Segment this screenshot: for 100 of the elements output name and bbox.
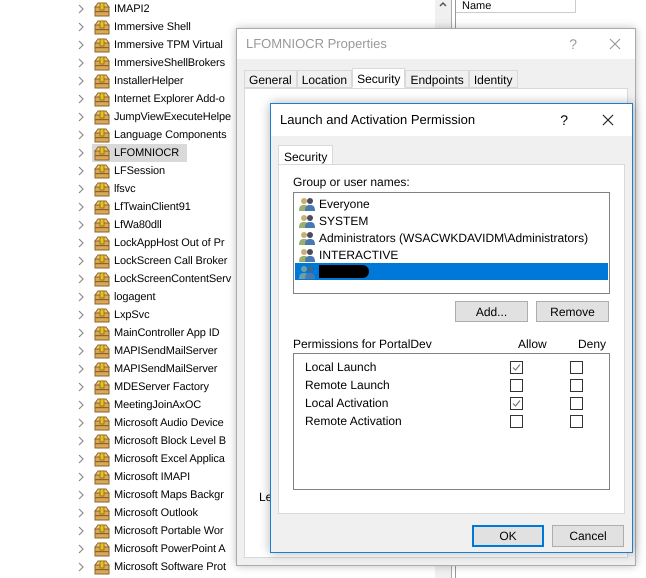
checkbox[interactable] <box>510 360 523 374</box>
tree-item[interactable]: Microsoft Maps Backgr <box>92 486 232 504</box>
user-list-item[interactable]: Administrators (WSACWKDAVIDM\Administrators) <box>295 229 608 246</box>
tree-item[interactable]: LfTwainClient91 <box>92 198 199 216</box>
package-icon <box>94 307 110 323</box>
checkbox[interactable] <box>570 378 583 392</box>
tab[interactable]: Security <box>352 68 406 88</box>
tree-item[interactable]: LFSession <box>92 162 174 180</box>
tree-item[interactable]: Microsoft Excel Applica <box>92 450 233 468</box>
package-icon <box>94 55 110 71</box>
tree-item[interactable]: LFOMNIOCR <box>92 144 188 162</box>
close-icon[interactable] <box>602 114 614 126</box>
permission-name: Local Launch <box>305 359 378 376</box>
tree-item[interactable]: Microsoft Block Level B <box>92 432 234 450</box>
tree-item[interactable]: Microsoft IMAPI <box>92 468 198 486</box>
permission-name: Remote Activation <box>305 413 403 430</box>
tree-item[interactable]: MDEServer Factory <box>92 378 217 396</box>
tab[interactable]: Endpoints <box>405 70 469 88</box>
tree-item[interactable]: LfWa80dll <box>92 216 170 234</box>
tree-item[interactable]: MeetingJoinAxOC <box>92 396 210 414</box>
package-icon <box>94 289 110 305</box>
tree-item[interactable]: LockScreenContentServ <box>92 270 240 288</box>
checkbox[interactable] <box>570 396 583 410</box>
package-icon <box>94 397 110 413</box>
column-header: Allow <box>518 336 548 353</box>
package-icon <box>94 19 110 35</box>
users-icon <box>299 196 316 210</box>
checkbox[interactable] <box>570 414 583 428</box>
package-icon <box>94 109 110 125</box>
user-list[interactable]: Everyone SYSTEM Administrators (WSACWKDAVIDM\Administrators) INTERACTIVE <box>293 192 610 294</box>
package-icon <box>94 163 110 179</box>
package-icon <box>94 361 110 377</box>
tree-item[interactable]: LockScreen Call Broker <box>92 252 236 270</box>
dialog-button[interactable]: Cancel <box>552 525 624 547</box>
users-icon <box>299 214 316 228</box>
permissions-label: Permissions for PortalDev <box>293 336 433 353</box>
tree-item[interactable]: Microsoft Software Prot <box>92 558 234 576</box>
package-icon <box>94 199 110 215</box>
dialog-button[interactable]: OK <box>472 525 544 547</box>
dialog-button[interactable]: Add... <box>455 301 528 322</box>
tab[interactable]: Security <box>278 145 334 165</box>
user-list-item[interactable]: SYSTEM <box>295 212 608 229</box>
tree-item[interactable]: Immersive TPM Virtual <box>92 36 231 54</box>
tree-item[interactable]: IMAPI2 <box>92 0 158 18</box>
package-icon <box>94 217 110 233</box>
dialog-button[interactable]: Remove <box>536 301 609 322</box>
tree-item[interactable]: LockAppHost Out of Pr <box>92 234 232 252</box>
tree-item[interactable]: Immersive Shell <box>92 18 199 36</box>
window-title: LFOMNIOCR Properties <box>246 35 388 54</box>
package-icon <box>94 451 110 467</box>
users-icon <box>299 230 316 244</box>
package-icon <box>94 559 110 575</box>
user-list-item[interactable]: INTERACTIVE <box>295 246 608 263</box>
package-icon <box>94 181 110 197</box>
package-icon <box>94 487 110 503</box>
column-header[interactable]: Name <box>456 0 576 13</box>
tree-item[interactable]: MainController App ID <box>92 324 228 342</box>
permission-name: Local Activation <box>305 395 390 412</box>
tree-item[interactable]: Internet Explorer Add-o <box>92 90 233 108</box>
tree-item[interactable]: InstallerHelper <box>92 72 192 90</box>
user-list-item[interactable] <box>295 263 608 280</box>
group-label: Group or user names: <box>293 174 411 189</box>
tree-item[interactable]: lfsvc <box>92 180 144 198</box>
dialog-title: Launch and Activation Permission <box>280 111 476 130</box>
checkbox[interactable] <box>510 414 523 428</box>
tree-item[interactable]: Microsoft Audio Device <box>92 414 232 432</box>
help-icon[interactable]: ? <box>560 110 568 130</box>
checkbox[interactable] <box>570 360 583 374</box>
package-icon <box>94 37 110 53</box>
column-header: Deny <box>578 336 608 353</box>
package-icon <box>94 379 110 395</box>
package-icon <box>94 1 110 17</box>
package-icon <box>94 541 110 557</box>
checkbox[interactable] <box>510 378 523 392</box>
tree-item[interactable]: ImmersiveShellBrokers <box>92 54 233 72</box>
tree-item[interactable]: MAPISendMailServer <box>92 342 226 360</box>
tree-item[interactable]: Language Components <box>92 126 234 144</box>
package-icon <box>94 415 110 431</box>
package-icon <box>94 253 110 269</box>
package-icon <box>94 145 110 161</box>
users-icon <box>299 248 316 262</box>
tree-item[interactable]: JumpViewExecuteHelpe <box>92 108 240 126</box>
package-icon <box>94 343 110 359</box>
tab[interactable]: Identity <box>468 70 518 88</box>
tab[interactable]: Location <box>296 70 352 88</box>
package-icon <box>94 73 110 89</box>
tree-item[interactable]: Microsoft Portable Wor <box>92 522 232 540</box>
permission-name: Remote Launch <box>305 377 391 394</box>
user-list-item[interactable]: Everyone <box>295 195 608 212</box>
tree-item[interactable]: Microsoft Outlook <box>92 504 206 522</box>
checkbox[interactable] <box>510 396 523 410</box>
package-icon <box>94 505 110 521</box>
tree-item[interactable]: MAPISendMailServer <box>92 360 226 378</box>
package-icon <box>94 235 110 251</box>
package-icon <box>94 469 110 485</box>
tree-item[interactable]: LxpSvc <box>92 306 158 324</box>
tree-item[interactable]: Microsoft PowerPoint A <box>92 540 234 558</box>
tab[interactable]: General <box>244 70 297 88</box>
tree-item[interactable]: logagent <box>92 288 164 306</box>
package-icon <box>94 271 110 287</box>
